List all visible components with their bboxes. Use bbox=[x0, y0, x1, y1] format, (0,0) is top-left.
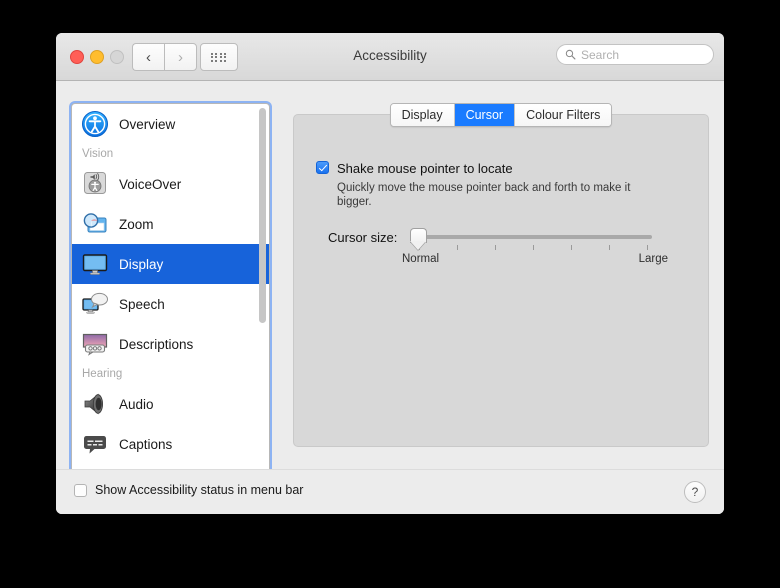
zoom-icon bbox=[81, 210, 109, 238]
tab-cursor[interactable]: Cursor bbox=[454, 104, 516, 126]
search-input[interactable] bbox=[581, 47, 705, 62]
search-field[interactable] bbox=[556, 44, 714, 65]
slider-max-label: Large bbox=[638, 253, 668, 265]
sidebar-item-descriptions[interactable]: Descriptions bbox=[72, 324, 269, 364]
window-titlebar: ‹ › Accessibility bbox=[56, 33, 724, 81]
shake-pointer-row[interactable]: Shake mouse pointer to locate Quickly mo… bbox=[316, 160, 637, 209]
slider-tick bbox=[495, 245, 496, 250]
audio-icon bbox=[81, 390, 109, 418]
slider-track[interactable] bbox=[419, 235, 652, 239]
sidebar-item-zoom[interactable]: Zoom bbox=[72, 204, 269, 244]
slider-tick bbox=[533, 245, 534, 250]
menu-bar-status-checkbox[interactable] bbox=[74, 484, 87, 497]
cursor-settings-panel: Shake mouse pointer to locate Quickly mo… bbox=[293, 114, 709, 447]
search-icon bbox=[565, 49, 576, 60]
shake-pointer-checkbox[interactable] bbox=[316, 161, 329, 174]
speech-icon bbox=[81, 290, 109, 318]
preferences-window: ‹ › Accessibility Search Overview Vision… bbox=[56, 33, 724, 514]
tab-display[interactable]: Display bbox=[390, 104, 455, 126]
slider-tick bbox=[609, 245, 610, 250]
sidebar-item-label: Overview bbox=[119, 116, 176, 132]
captions-icon bbox=[81, 430, 109, 458]
content-pane: Display Cursor Colour Filters Shake mous… bbox=[293, 103, 709, 486]
shake-pointer-description: Quickly move the mouse pointer back and … bbox=[337, 182, 631, 208]
sidebar-list: Overview Vision VoiceOver Zoom Display S… bbox=[72, 104, 269, 485]
sidebar-item-label: Captions bbox=[119, 436, 173, 452]
accessibility-icon bbox=[81, 110, 109, 138]
tab-bar: Display Cursor Colour Filters bbox=[293, 103, 709, 127]
sidebar-scrollbar[interactable] bbox=[259, 108, 266, 323]
menu-bar-status-label: Show Accessibility status in menu bar bbox=[95, 483, 304, 497]
sidebar-item-speech[interactable]: Speech bbox=[72, 284, 269, 324]
sidebar-item-label: Audio bbox=[119, 396, 154, 412]
sidebar-item-label: Display bbox=[119, 256, 164, 272]
sidebar-item-label: Descriptions bbox=[119, 336, 194, 352]
voiceover-icon bbox=[81, 170, 109, 198]
tab-colour-filters[interactable]: Colour Filters bbox=[515, 104, 612, 126]
slider-min-label: Normal bbox=[402, 253, 440, 265]
slider-tick bbox=[571, 245, 572, 250]
shake-pointer-label: Shake mouse pointer to locate bbox=[337, 161, 513, 176]
descriptions-icon bbox=[81, 330, 109, 358]
sidebar-item-overview[interactable]: Overview bbox=[72, 104, 269, 144]
slider-tick bbox=[647, 245, 648, 250]
sidebar-item-voiceover[interactable]: VoiceOver bbox=[72, 164, 269, 204]
cursor-size-slider[interactable]: Normal Large bbox=[402, 227, 668, 267]
sidebar-item-captions[interactable]: Captions bbox=[72, 424, 269, 464]
cursor-size-label: Cursor size: bbox=[328, 230, 398, 245]
slider-thumb[interactable] bbox=[410, 228, 427, 250]
window-body: Overview Vision VoiceOver Zoom Display S… bbox=[56, 81, 724, 514]
display-icon bbox=[81, 250, 109, 278]
sidebar-item-display[interactable]: Display bbox=[72, 244, 269, 284]
menu-bar-status-row[interactable]: Show Accessibility status in menu bar bbox=[74, 483, 303, 497]
sidebar-item-label: VoiceOver bbox=[119, 176, 182, 192]
sidebar-item-label: Zoom bbox=[119, 216, 154, 232]
sidebar-group-vision: Vision bbox=[82, 148, 114, 160]
sidebar-group-hearing: Hearing bbox=[82, 368, 123, 380]
help-button[interactable]: ? bbox=[684, 481, 706, 503]
sidebar: Overview Vision VoiceOver Zoom Display S… bbox=[71, 103, 270, 486]
sidebar-item-audio[interactable]: Audio bbox=[72, 384, 269, 424]
sidebar-item-label: Speech bbox=[119, 296, 165, 312]
window-footer: Show Accessibility status in menu bar ? bbox=[56, 469, 724, 514]
slider-tick bbox=[457, 245, 458, 250]
